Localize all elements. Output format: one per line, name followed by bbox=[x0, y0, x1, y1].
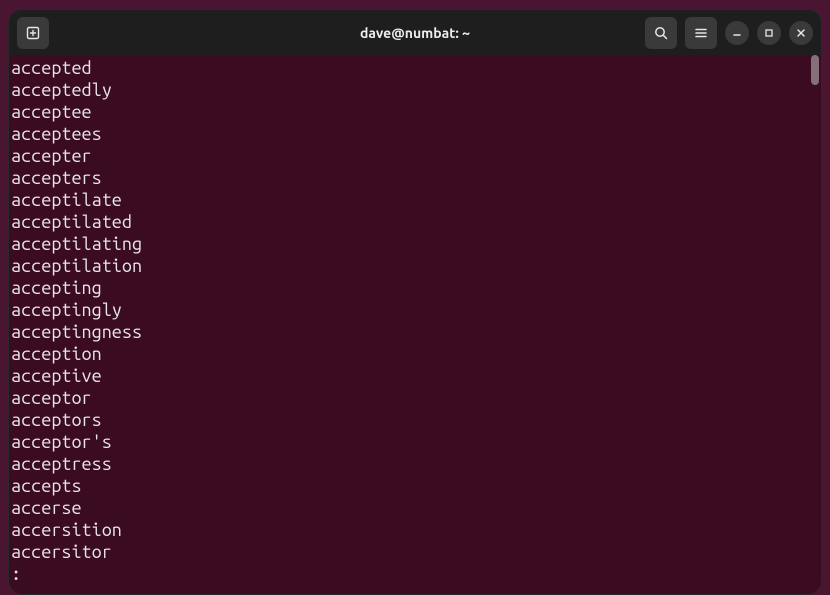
terminal-line: accerse bbox=[11, 497, 817, 519]
titlebar-right bbox=[645, 17, 813, 49]
titlebar-left bbox=[17, 17, 49, 49]
new-tab-button[interactable] bbox=[17, 17, 49, 49]
minimize-button[interactable] bbox=[725, 21, 749, 45]
terminal-output: acceptedacceptedlyaccepteeaccepteesaccep… bbox=[11, 57, 817, 563]
terminal-line: accepter bbox=[11, 145, 817, 167]
terminal-line: acceptingly bbox=[11, 299, 817, 321]
terminal-line: accepts bbox=[11, 475, 817, 497]
terminal-line: accersitor bbox=[11, 541, 817, 563]
titlebar: dave@numbat: ~ bbox=[9, 10, 821, 55]
search-button[interactable] bbox=[645, 17, 677, 49]
close-icon bbox=[795, 27, 807, 39]
terminal-line: acceptilating bbox=[11, 233, 817, 255]
terminal-line: acceptedly bbox=[11, 79, 817, 101]
terminal-line: accepted bbox=[11, 57, 817, 79]
scrollbar-thumb[interactable] bbox=[811, 55, 819, 85]
terminal-line: acceptor's bbox=[11, 431, 817, 453]
new-tab-icon bbox=[25, 25, 41, 41]
terminal-window: dave@numbat: ~ bbox=[8, 9, 822, 595]
terminal-line: acceptilate bbox=[11, 189, 817, 211]
terminal-line: acceptors bbox=[11, 409, 817, 431]
terminal-line: acceptingness bbox=[11, 321, 817, 343]
maximize-button[interactable] bbox=[757, 21, 781, 45]
terminal-line: acceptilation bbox=[11, 255, 817, 277]
window-title: dave@numbat: ~ bbox=[360, 25, 470, 41]
hamburger-icon bbox=[693, 25, 709, 41]
search-icon bbox=[653, 25, 669, 41]
terminal-line: acceptress bbox=[11, 453, 817, 475]
terminal-line: acceptee bbox=[11, 101, 817, 123]
maximize-icon bbox=[763, 27, 775, 39]
terminal-line: acceptees bbox=[11, 123, 817, 145]
scrollbar[interactable] bbox=[811, 55, 819, 594]
terminal-line: acceptor bbox=[11, 387, 817, 409]
terminal-line: acceptive bbox=[11, 365, 817, 387]
terminal-line: accepting bbox=[11, 277, 817, 299]
terminal-line: accersition bbox=[11, 519, 817, 541]
minimize-icon bbox=[731, 27, 743, 39]
terminal-content[interactable]: acceptedacceptedlyaccepteeaccepteesaccep… bbox=[9, 55, 821, 594]
pager-prompt: : bbox=[11, 563, 817, 585]
close-button[interactable] bbox=[789, 21, 813, 45]
terminal-line: accepters bbox=[11, 167, 817, 189]
terminal-line: acceptilated bbox=[11, 211, 817, 233]
menu-button[interactable] bbox=[685, 17, 717, 49]
terminal-line: acception bbox=[11, 343, 817, 365]
